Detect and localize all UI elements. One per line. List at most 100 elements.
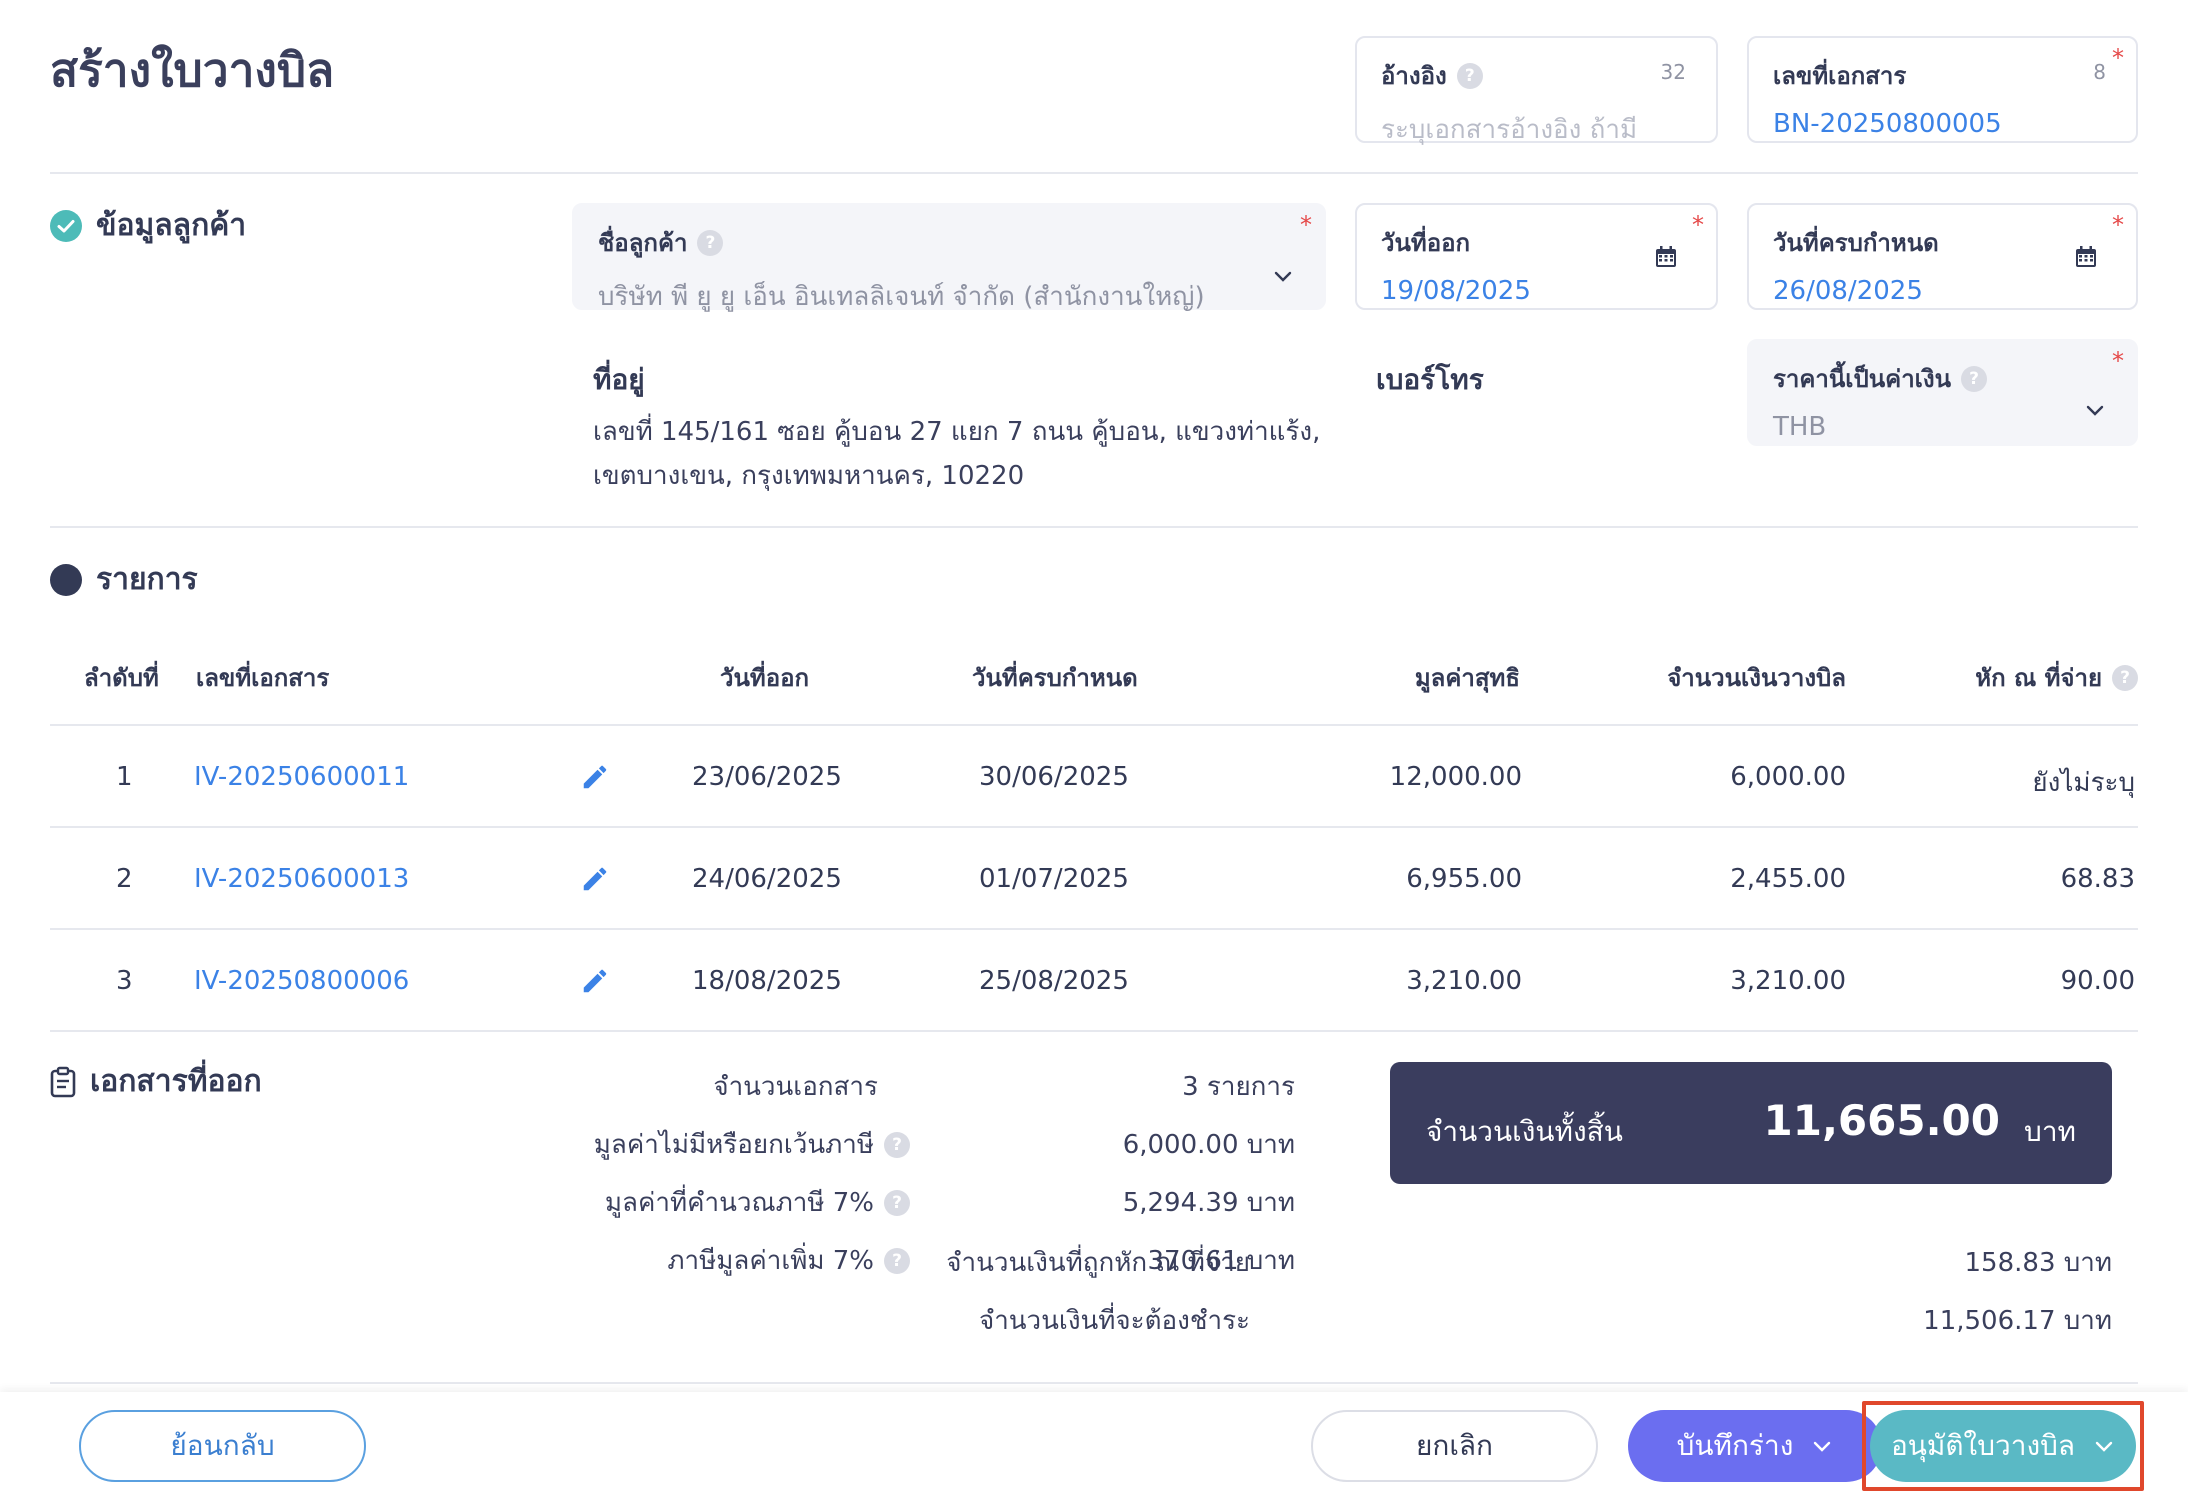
required-mark: *: [2112, 211, 2124, 239]
items-section-title: รายการ: [50, 556, 198, 603]
customer-name-select[interactable]: ชื่อลูกค้า ? บริษัท พี ยู ยู เอ็น อินเทล…: [572, 203, 1326, 312]
doc-count-label: จำนวนเอกสาร: [713, 1072, 878, 1102]
cancel-button[interactable]: ยกเลิก: [1311, 1410, 1598, 1482]
row-due-date: 25/08/2025: [979, 966, 1129, 996]
doc-count-value: 3 รายการ: [1182, 1072, 1295, 1102]
row-due-date: 30/06/2025: [979, 762, 1129, 792]
row-index: 2: [116, 864, 133, 894]
clipboard-icon: [50, 1066, 76, 1097]
circle-dot-icon: [50, 563, 82, 596]
grand-total-label: จำนวนเงินทั้งสิ้น: [1426, 1115, 1623, 1148]
reference-input[interactable]: ระบุเอกสารอ้างอิง ถ้ามี: [1381, 109, 1692, 150]
row-due-date: 01/07/2025: [979, 864, 1129, 894]
save-draft-button[interactable]: บันทึกร่าง: [1628, 1410, 1882, 1482]
due-date-input[interactable]: 26/08/2025: [1773, 276, 2112, 306]
row-withholding: 90.00: [2060, 966, 2135, 996]
row-bill-amount: 3,210.00: [1730, 966, 1846, 996]
reference-label: อ้างอิง: [1381, 62, 1447, 90]
doc-number-field[interactable]: เลขที่เอกสาร BN-20250800005 8 *: [1747, 36, 2138, 143]
issue-date-input[interactable]: 19/08/2025: [1381, 276, 1692, 306]
column-header-bill-amount: จำนวนเงินวางบิล: [1667, 664, 1846, 692]
calendar-icon[interactable]: [2074, 245, 2098, 269]
pencil-icon[interactable]: [580, 762, 610, 792]
help-icon[interactable]: ?: [697, 229, 724, 256]
vat-label: ภาษีมูลค่าเพิ่ม 7% ?: [667, 1240, 910, 1281]
help-icon[interactable]: ?: [884, 1247, 910, 1274]
column-header-withholding: หัก ณ ที่จ่าย ?: [1975, 658, 2138, 697]
due-date-field[interactable]: วันที่ครบกำหนด 26/08/2025 *: [1747, 203, 2138, 310]
help-icon[interactable]: ?: [884, 1131, 910, 1158]
row-net-value: 6,955.00: [1406, 864, 1522, 894]
action-footer: ย้อนกลับ ยกเลิก บันทึกร่าง อนุมัติใบวางบ…: [0, 1392, 2188, 1494]
divider: [50, 526, 2138, 528]
calendar-icon[interactable]: [1654, 245, 1678, 269]
payable-label: จำนวนเงินที่จะต้องชำระ: [978, 1306, 1250, 1336]
table-row: 2 IV-20250600013 24/06/2025 01/07/2025 6…: [50, 828, 2138, 930]
address-line-1: เลขที่ 145/161 ซอย คู้บอน 27 แยก 7 ถนน ค…: [593, 417, 1321, 447]
chevron-down-icon[interactable]: [1272, 265, 1294, 287]
row-doc-link[interactable]: IV-20250600013: [194, 864, 409, 894]
documents-section-title: เอกสารที่ออก: [50, 1058, 262, 1105]
row-index: 3: [116, 966, 133, 996]
issue-date-field[interactable]: วันที่ออก 19/08/2025 *: [1355, 203, 1718, 310]
currency-label: ราคานี้เป็นค่าเงิน: [1773, 365, 1952, 393]
row-withholding: ยังไม่ระบุ: [2032, 768, 2135, 798]
grand-total-unit: บาท: [2024, 1115, 2076, 1148]
required-mark: *: [1692, 211, 1704, 239]
row-issue-date: 23/06/2025: [692, 762, 842, 792]
help-icon[interactable]: ?: [884, 1189, 910, 1216]
row-doc-link[interactable]: IV-20250800006: [194, 966, 409, 996]
non-vat-label: มูลค่าไม่มีหรือยกเว้นภาษี ?: [594, 1124, 910, 1165]
help-icon[interactable]: ?: [2112, 664, 2138, 691]
help-icon[interactable]: ?: [1961, 365, 1988, 392]
help-icon[interactable]: ?: [1456, 62, 1483, 89]
table-row: 1 IV-20250600011 23/06/2025 30/06/2025 1…: [50, 726, 2138, 828]
column-header-issue-date: วันที่ออก: [720, 664, 810, 692]
char-counter: 8: [2093, 60, 2106, 84]
row-index: 1: [116, 762, 133, 792]
required-mark: *: [2112, 347, 2124, 375]
column-header-doc-no: เลขที่เอกสาร: [196, 664, 330, 692]
column-header-net-value: มูลค่าสุทธิ: [1414, 664, 1520, 692]
row-net-value: 12,000.00: [1389, 762, 1522, 792]
payable-value: 11,506.17 บาท: [1923, 1306, 2112, 1336]
row-issue-date: 18/08/2025: [692, 966, 842, 996]
address-label: ที่อยู่: [593, 363, 645, 396]
currency-value: THB: [1773, 412, 1827, 442]
doc-number-input[interactable]: BN-20250800005: [1773, 109, 2112, 139]
withheld-value: 158.83 บาท: [1964, 1248, 2112, 1278]
issue-date-label: วันที่ออก: [1381, 229, 1471, 257]
due-date-label: วันที่ครบกำหนด: [1773, 229, 1939, 257]
divider: [50, 172, 2138, 174]
pencil-icon[interactable]: [580, 966, 610, 996]
highlight-box: [1862, 1401, 2144, 1491]
withheld-label: จำนวนเงินที่ถูกหัก ณ ที่จ่าย: [946, 1248, 1250, 1278]
row-bill-amount: 6,000.00: [1730, 762, 1846, 792]
row-issue-date: 24/06/2025: [692, 864, 842, 894]
reference-field[interactable]: อ้างอิง ? ระบุเอกสารอ้างอิง ถ้ามี 32: [1355, 36, 1718, 145]
doc-number-label: เลขที่เอกสาร: [1773, 62, 1907, 90]
row-withholding: 68.83: [2060, 864, 2135, 894]
chevron-down-icon[interactable]: [2084, 399, 2106, 421]
grand-total-box: จำนวนเงินทั้งสิ้น 11,665.00 บาท: [1390, 1062, 2112, 1184]
page-title: สร้างใบวางบิล: [50, 43, 335, 97]
currency-select[interactable]: ราคานี้เป็นค่าเงิน ? THB *: [1747, 339, 2138, 446]
chevron-down-icon: [1814, 1441, 1831, 1452]
table-row: 3 IV-20250800006 18/08/2025 25/08/2025 3…: [50, 930, 2138, 1032]
row-bill-amount: 2,455.00: [1730, 864, 1846, 894]
back-button[interactable]: ย้อนกลับ: [79, 1410, 366, 1482]
pencil-icon[interactable]: [580, 864, 610, 894]
required-mark: *: [1300, 211, 1312, 239]
grand-total-value: 11,665.00: [1763, 1096, 2000, 1145]
customer-section-title: ข้อมูลลูกค้า: [50, 202, 246, 249]
row-doc-link[interactable]: IV-20250600011: [194, 762, 409, 792]
non-vat-value: 6,000.00 บาท: [1122, 1130, 1295, 1160]
vat-base-label: มูลค่าที่คำนวณภาษี 7% ?: [605, 1182, 910, 1223]
column-header-index: ลำดับที่: [84, 664, 159, 692]
required-mark: *: [2112, 44, 2124, 72]
customer-name-value: บริษัท พี ยู ยู เอ็น อินเทลลิเจนท์ จำกัด…: [598, 282, 1205, 312]
customer-name-label: ชื่อลูกค้า: [598, 229, 688, 257]
divider: [50, 1382, 2138, 1384]
address-line-2: เขตบางเขน, กรุงเทพมหานคร, 10220: [593, 461, 1025, 491]
char-counter: 32: [1660, 60, 1686, 84]
